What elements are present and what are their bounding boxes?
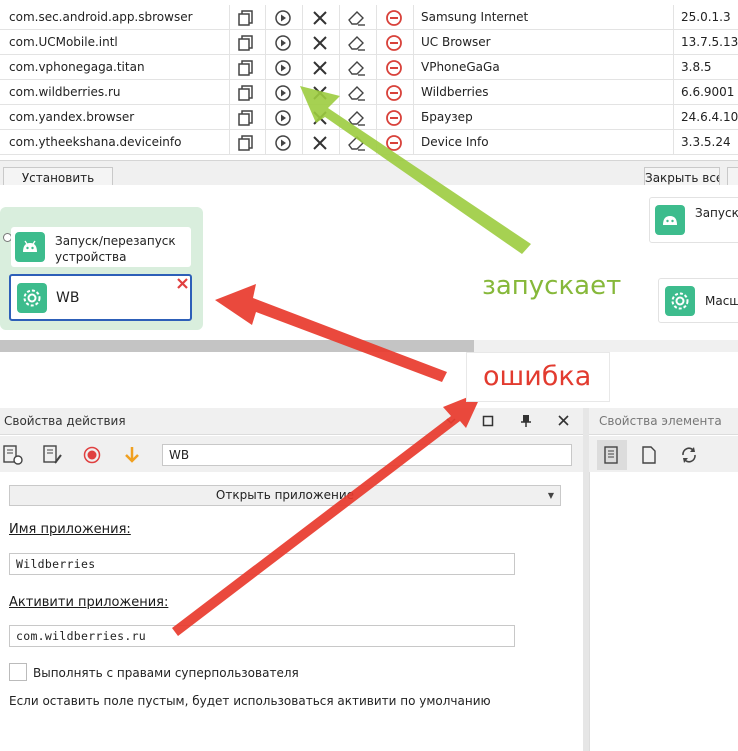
eraser-icon[interactable] [339, 5, 375, 30]
app-name-cell: Samsung Internet [421, 10, 529, 24]
app-name-cell: UC Browser [421, 35, 491, 49]
table-row[interactable]: com.vphonegaga.titan VPhoneGaGa 3.8.5 [0, 55, 738, 80]
restart-device-node-right[interactable]: Запуск/перезапуск устройства [649, 197, 738, 243]
table-row[interactable]: com.ytheekshana.deviceinfo Device Info 3… [0, 130, 738, 155]
arrow-down-icon[interactable] [123, 445, 141, 468]
app-name-label: Имя приложения: [9, 522, 131, 537]
activity-hint: Если оставить поле пустым, будет использ… [9, 694, 491, 708]
version-cell: 25.0.1.3 [681, 10, 731, 24]
version-cell: 3.8.5 [681, 60, 712, 74]
maximize-icon[interactable] [482, 415, 494, 430]
action-type-value: Открыть приложение [215, 488, 355, 502]
node-label: WB [56, 290, 80, 306]
node-label: Запуск/перезапуск устройства [695, 206, 738, 220]
android-icon [15, 232, 45, 262]
play-icon[interactable] [265, 105, 301, 130]
version-cell: 24.6.4.103 [681, 110, 738, 124]
play-icon[interactable] [265, 5, 301, 30]
close-icon[interactable] [302, 5, 338, 30]
close-icon[interactable] [302, 30, 338, 55]
superuser-label: Выполнять с правами суперпользователя [33, 666, 299, 680]
eraser-icon[interactable] [339, 55, 375, 80]
canvas-hscroll-thumb[interactable] [0, 340, 474, 352]
eraser-icon[interactable] [339, 130, 375, 155]
copy-icon[interactable] [229, 105, 265, 130]
activity-input[interactable]: com.wildberries.ru [9, 625, 515, 647]
eraser-icon[interactable] [339, 105, 375, 130]
scale-node-right[interactable]: Масш [658, 278, 738, 323]
panel-title: Свойства действия [4, 414, 126, 428]
play-icon[interactable] [265, 30, 301, 55]
table-row[interactable]: com.UCMobile.intl UC Browser 13.7.5.132 [0, 30, 738, 55]
table-row[interactable]: com.wildberries.ru Wildberries 6.6.9001 [0, 80, 738, 105]
uninstall-icon[interactable] [376, 80, 412, 105]
uninstall-icon[interactable] [376, 5, 412, 30]
dropdown-icon[interactable] [444, 413, 458, 432]
version-cell: 13.7.5.132 [681, 35, 738, 49]
package-cell: com.sec.android.app.sbrowser [9, 10, 193, 24]
pin-icon[interactable] [519, 414, 533, 431]
app-name-cell: VPhoneGaGa [421, 60, 500, 74]
package-cell: com.ytheekshana.deviceinfo [9, 135, 182, 149]
copy-icon[interactable] [229, 80, 265, 105]
close-icon[interactable] [302, 80, 338, 105]
copy-icon[interactable] [229, 55, 265, 80]
element-props-body [589, 472, 738, 751]
restart-device-node[interactable]: Запуск/перезапуск устройства [11, 227, 191, 267]
record-icon[interactable] [83, 446, 101, 467]
app-name-cell: Device Info [421, 135, 489, 149]
app-name-cell: Wildberries [421, 85, 489, 99]
copy-icon[interactable] [229, 30, 265, 55]
table-row[interactable]: com.sec.android.app.sbrowser Samsung Int… [0, 5, 738, 30]
version-cell: 6.6.9001 [681, 85, 735, 99]
annotation-error: ошибка [483, 361, 592, 392]
error-x-icon [177, 278, 188, 292]
uninstall-icon[interactable] [376, 130, 412, 155]
document-icon[interactable] [602, 445, 620, 468]
annotation-launches: запускает [482, 271, 622, 301]
package-cell: com.wildberries.ru [9, 85, 121, 99]
node-label: Запуск/перезапуск устройства [55, 234, 176, 264]
uninstall-icon[interactable] [376, 55, 412, 80]
edit-doc-icon[interactable] [42, 444, 64, 469]
wb-node[interactable]: WB [9, 274, 192, 321]
eraser-icon[interactable] [339, 30, 375, 55]
app-name-input[interactable]: Wildberries [9, 553, 515, 575]
close-icon[interactable] [302, 55, 338, 80]
close-icon[interactable] [302, 105, 338, 130]
table-row[interactable]: com.yandex.browser Браузер 24.6.4.103 [0, 105, 738, 130]
play-icon[interactable] [265, 55, 301, 80]
play-icon[interactable] [265, 80, 301, 105]
copy-icon[interactable] [229, 130, 265, 155]
page-icon[interactable] [640, 445, 658, 468]
package-cell: com.yandex.browser [9, 110, 135, 124]
gear-icon [17, 283, 47, 313]
action-props-header: Свойства действия [0, 408, 583, 435]
app-name-cell: Браузер [421, 110, 473, 124]
action-name-input[interactable]: WB [162, 444, 572, 466]
superuser-checkbox[interactable] [9, 663, 27, 681]
version-cell: 3.3.5.24 [681, 135, 731, 149]
activity-label: Активити приложения: [9, 595, 169, 610]
package-cell: com.UCMobile.intl [9, 35, 118, 49]
annotation-error-box: ошибка [466, 352, 610, 402]
node-label: Масш [705, 294, 738, 308]
android-icon [655, 205, 685, 235]
package-cell: com.vphonegaga.titan [9, 60, 145, 74]
uninstall-icon[interactable] [376, 30, 412, 55]
play-icon[interactable] [265, 130, 301, 155]
settings-doc-icon[interactable] [2, 444, 24, 469]
element-props-header: Свойства элемента [589, 408, 738, 435]
copy-icon[interactable] [229, 5, 265, 30]
chevron-down-icon: ▼ [547, 491, 554, 500]
uninstall-icon[interactable] [376, 105, 412, 130]
eraser-icon[interactable] [339, 80, 375, 105]
close-icon[interactable] [302, 130, 338, 155]
panel-title: Свойства элемента [599, 414, 722, 428]
close-panel-icon[interactable] [557, 414, 570, 430]
refresh-icon[interactable] [679, 445, 699, 468]
gear-icon [665, 286, 695, 316]
action-type-select[interactable]: Открыть приложение ▼ [9, 485, 561, 506]
